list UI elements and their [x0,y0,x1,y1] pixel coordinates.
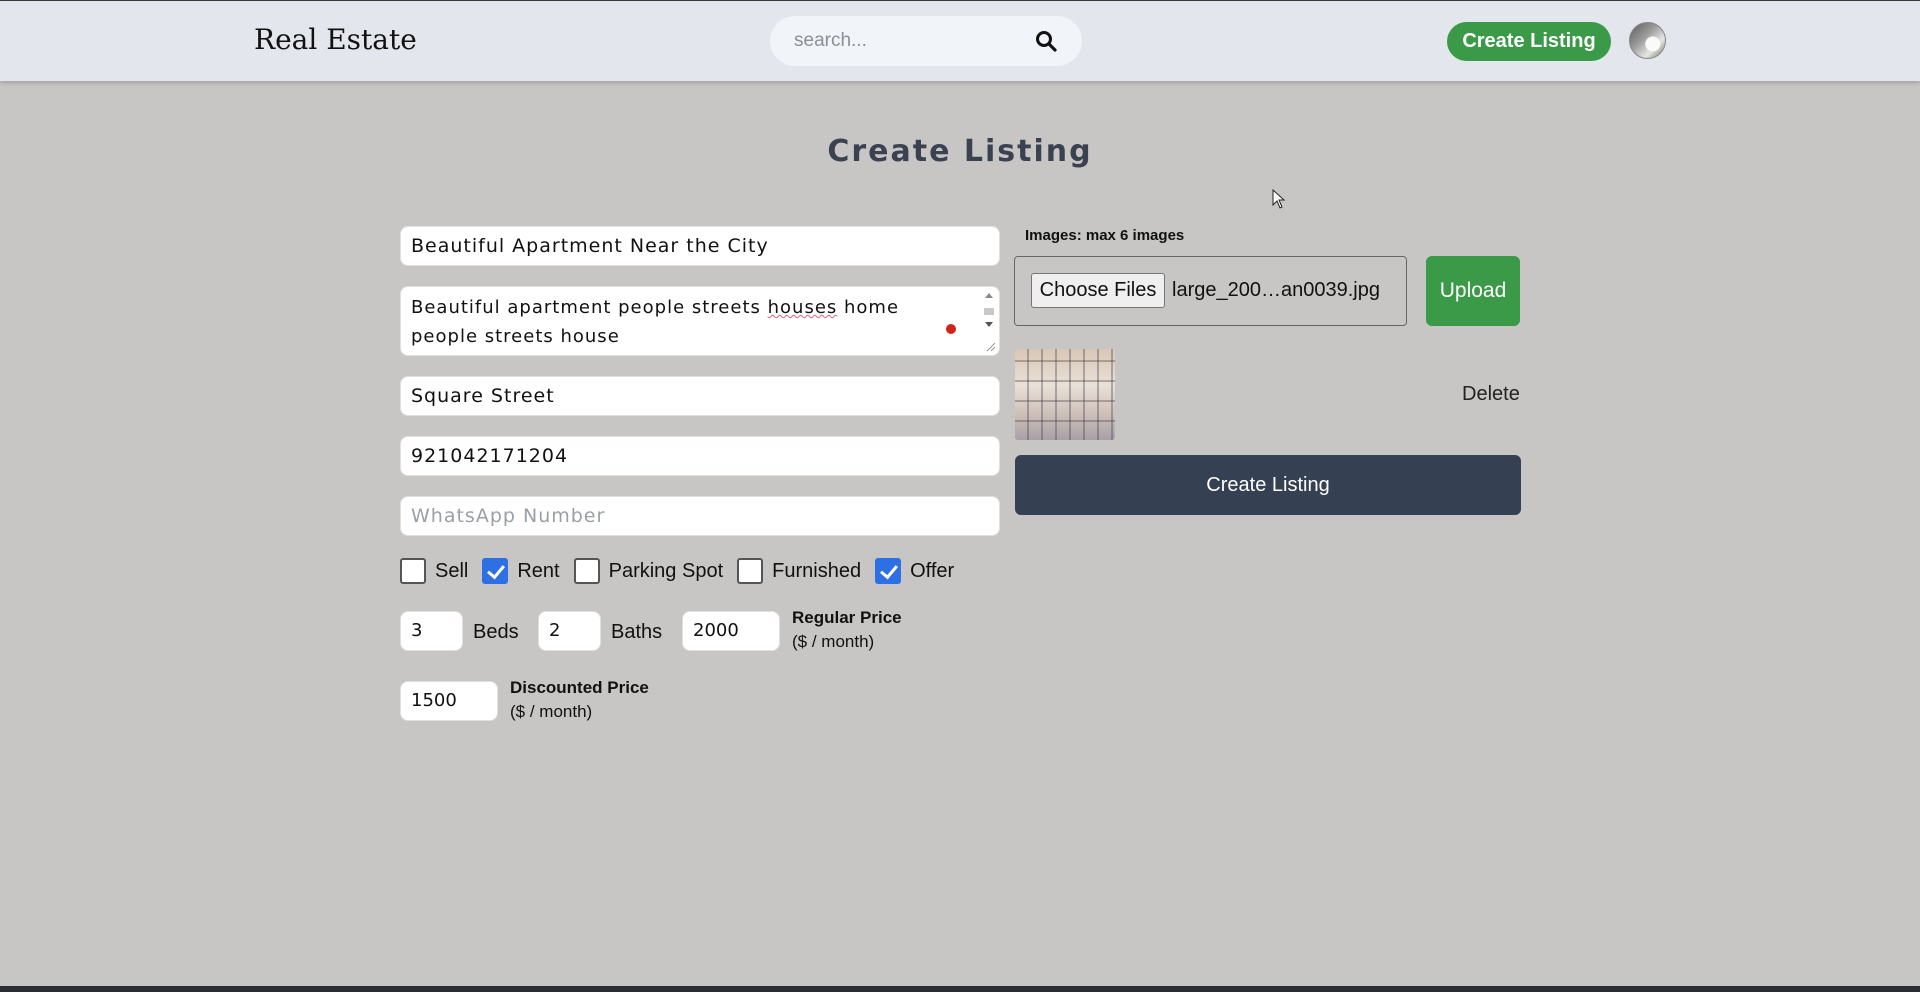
discounted-price-unit: ($ / month) [510,702,593,721]
furnished-label: Furnished [772,559,862,582]
whatsapp-field[interactable]: WhatsApp Number [400,496,1000,536]
regular-price-label: Regular Price ($ / month) [792,606,902,654]
name-field[interactable]: Beautiful Apartment Near the City [400,226,1000,266]
regular-price-title: Regular Price [792,608,902,627]
discounted-price-input[interactable]: 1500 [400,681,498,721]
search-bar [770,16,1082,66]
rent-label: Rent [517,559,560,582]
brand-logo[interactable]: Real Estate [254,23,417,56]
listing-options: Sell Rent Parking Spot Furnished Offer [400,557,968,585]
sell-label: Sell [435,559,469,582]
rent-checkbox[interactable] [482,558,509,584]
description-field[interactable]: Beautiful apartment people streets house… [400,286,1000,356]
search-icon[interactable] [1034,29,1058,53]
discounted-price-label: Discounted Price ($ / month) [510,676,649,724]
discounted-price-title: Discounted Price [510,678,649,697]
parking-spot-checkbox[interactable] [573,558,600,584]
phone-field[interactable]: 921042171204 [400,436,1000,476]
search-input[interactable] [794,29,1034,53]
delete-image-button[interactable]: Delete [1462,383,1520,406]
description-text-start: Beautiful apartment people streets [411,297,768,318]
offer-label: Offer [910,559,955,582]
baths-label: Baths [611,621,663,643]
page-title: Create Listing [827,134,1093,169]
baths-input[interactable]: 2 [538,611,601,651]
images-label: Images: max 6 images [1025,227,1185,244]
beds-label: Beds [473,621,519,643]
address-field[interactable]: Square Street [400,376,1000,416]
regular-price-input[interactable]: 2000 [682,611,780,651]
taskbar-strip [0,986,1920,992]
avatar[interactable] [1629,22,1666,59]
create-listing-submit-button[interactable]: Create Listing [1015,455,1521,515]
beds-input[interactable]: 3 [400,611,463,651]
upload-button[interactable]: Upload [1426,256,1520,326]
header-create-listing-button[interactable]: Create Listing [1447,22,1611,61]
textarea-scrollbar[interactable] [981,289,997,353]
choose-files-button[interactable]: Choose Files [1031,273,1165,308]
uploaded-image-thumbnail [1015,349,1115,440]
extension-dot-icon [946,324,956,334]
file-input[interactable]: Choose Files large_200…an0039.jpg [1014,256,1407,326]
selected-file-name: large_200…an0039.jpg [1172,279,1380,301]
description-misspelled-word: houses [767,297,838,318]
sell-checkbox[interactable] [400,558,426,584]
top-navbar: Real Estate Create Listing [0,1,1920,81]
furnished-checkbox[interactable] [737,558,764,584]
mouse-cursor-icon [1272,189,1286,209]
parking-spot-label: Parking Spot [608,559,724,582]
regular-price-unit: ($ / month) [792,632,875,651]
offer-checkbox[interactable] [875,558,902,584]
